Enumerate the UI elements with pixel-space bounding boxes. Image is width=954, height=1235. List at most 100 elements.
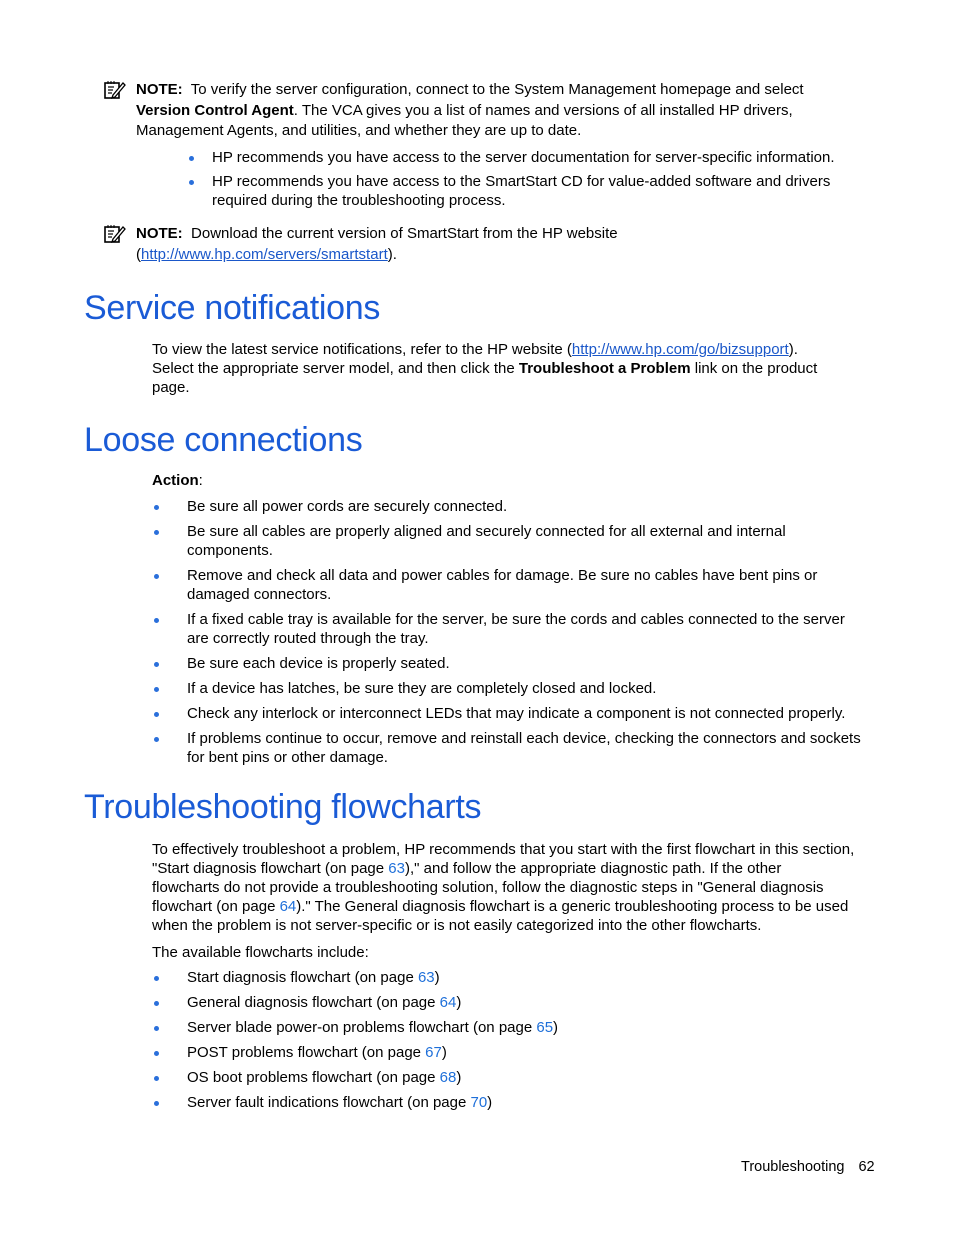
page-link[interactable]: 68 — [440, 1069, 457, 1086]
note-label: NOTE: — [136, 225, 183, 242]
list-item-text: If problems continue to occur, remove an… — [187, 730, 861, 747]
page-link[interactable]: 63 — [418, 969, 435, 986]
bold-term: Troubleshoot a Problem — [518, 360, 691, 377]
list-item-text: Be sure all cables are properly aligned … — [187, 523, 786, 540]
list-item-text: are correctly routed through the tray. — [187, 630, 429, 647]
list-item-text: damaged connectors. — [187, 586, 332, 603]
text: page. — [152, 379, 190, 396]
service-paragraph: To view the latest service notifications… — [152, 340, 817, 397]
paren: ) — [456, 1069, 462, 1086]
paren: ) — [487, 1094, 493, 1111]
page-number: 62 — [858, 1159, 875, 1175]
list-item-text: HP recommends you have access to the ser… — [212, 149, 835, 166]
heading-loose-connections: Loose connections — [84, 421, 363, 459]
text: flowcharts do not provide a troubleshoot… — [152, 879, 824, 896]
paren: ) — [553, 1019, 559, 1036]
page-link[interactable]: 67 — [425, 1044, 442, 1061]
list-item-text: HP recommends you have access to the Sma… — [212, 173, 831, 190]
heading-service-notifications: Service notifications — [84, 289, 381, 327]
bullet-icon — [154, 687, 159, 692]
text: flowchart (on page — [152, 898, 280, 915]
bullet-icon — [189, 180, 194, 185]
paren: ) — [456, 994, 462, 1011]
action-label: Action: — [152, 471, 203, 490]
page-link[interactable]: 65 — [536, 1019, 553, 1036]
bullet-icon — [154, 712, 159, 717]
list-item-text: If a device has latches, be sure they ar… — [187, 680, 657, 697]
page-link[interactable]: 63 — [388, 860, 405, 877]
flowchart-list-item: Start diagnosis flowchart (on page 63) — [187, 968, 440, 987]
bullet-icon — [189, 156, 194, 161]
list-item: If a device has latches, be sure they ar… — [187, 679, 656, 698]
list-item-text: Remove and check all data and power cabl… — [187, 567, 818, 584]
available-flowcharts-label: The available flowcharts include: — [152, 944, 369, 961]
bullet-icon — [154, 1101, 159, 1106]
bullet-icon — [154, 737, 159, 742]
flowchart-list-item: Server fault indications flowchart (on p… — [187, 1093, 492, 1112]
list-item-text: Check any interlock or interconnect LEDs… — [187, 705, 846, 722]
flowchart-list-item: POST problems flowchart (on page 67) — [187, 1043, 447, 1062]
bullet-icon — [154, 505, 159, 510]
text: )," and follow the appropriate diagnosti… — [404, 860, 782, 877]
flowchart-name: Start diagnosis flowchart (on page — [187, 969, 418, 986]
text: ). — [788, 341, 798, 358]
note-text: Management Agents, and utilities, and wh… — [136, 122, 582, 139]
flowcharts-intro-paragraph: To effectively troubleshoot a problem, H… — [152, 840, 854, 935]
bullet-icon — [154, 976, 159, 981]
bullet-icon — [154, 574, 159, 579]
list-item-text: If a fixed cable tray is available for t… — [187, 611, 845, 628]
paren: ). — [387, 246, 397, 263]
note-label: NOTE: — [136, 81, 183, 98]
list-item: HP recommends you have access to the Sma… — [212, 172, 830, 210]
list-item: If a fixed cable tray is available for t… — [187, 610, 845, 648]
note-text: To verify the server configuration, conn… — [190, 81, 804, 98]
list-item: Check any interlock or interconnect LEDs… — [187, 704, 845, 723]
flowchart-name: Server fault indications flowchart (on p… — [187, 1094, 471, 1111]
page-footer: Troubleshooting 62 — [741, 1159, 875, 1175]
list-item-text: required during the troubleshooting proc… — [212, 192, 506, 209]
list-item-text: Be sure all power cords are securely con… — [187, 498, 508, 515]
list-item: Be sure all cables are properly aligned … — [187, 522, 786, 560]
flowchart-name: OS boot problems flowchart (on page — [187, 1069, 440, 1086]
text: link on the product — [690, 360, 818, 377]
bullet-icon — [154, 1026, 159, 1031]
list-item: Remove and check all data and power cabl… — [187, 566, 817, 604]
page-link[interactable]: 64 — [280, 898, 297, 915]
paren: ) — [434, 969, 440, 986]
paren: ) — [441, 1044, 447, 1061]
bullet-icon — [154, 1076, 159, 1081]
flowchart-list-item: General diagnosis flowchart (on page 64) — [187, 993, 461, 1012]
heading-troubleshooting-flowcharts: Troubleshooting flowcharts — [84, 788, 482, 826]
bullet-icon — [154, 1051, 159, 1056]
list-item-text: for bent pins or other damage. — [187, 749, 388, 766]
colon: : — [198, 472, 203, 489]
text: Select the appropriate server model, and… — [152, 360, 519, 377]
note-bold-term: Version Control Agent — [136, 102, 294, 119]
text: )." The General diagnosis flowchart is a… — [296, 898, 849, 915]
bizsupport-link[interactable]: http://www.hp.com/go/bizsupport — [572, 341, 789, 358]
list-item: Be sure each device is properly seated. — [187, 654, 450, 673]
bullet-icon — [154, 1001, 159, 1006]
bullet-icon — [154, 530, 159, 535]
flowchart-list-item: Server blade power-on problems flowchart… — [187, 1018, 558, 1037]
note-text: . The VCA gives you a list of names and … — [293, 102, 793, 119]
page-link[interactable]: 70 — [470, 1094, 487, 1111]
flowchart-list-item: OS boot problems flowchart (on page 68) — [187, 1068, 461, 1087]
action-label-text: Action — [152, 472, 199, 489]
page-link[interactable]: 64 — [440, 994, 457, 1011]
smartstart-link[interactable]: http://www.hp.com/servers/smartstart — [141, 246, 388, 263]
text: To view the latest service notifications… — [152, 341, 572, 358]
flowchart-name: General diagnosis flowchart (on page — [187, 994, 440, 1011]
text: when the problem is not server-specific … — [152, 917, 762, 934]
bullet-icon — [154, 618, 159, 623]
list-item: If problems continue to occur, remove an… — [187, 729, 861, 767]
flowchart-name: POST problems flowchart (on page — [187, 1044, 426, 1061]
note-pencil-icon — [104, 225, 126, 244]
list-item: Be sure all power cords are securely con… — [187, 497, 507, 516]
note-text: Download the current version of SmartSta… — [191, 225, 618, 242]
text: "Start diagnosis flowchart (on page — [152, 860, 389, 877]
list-item: HP recommends you have access to the ser… — [212, 148, 835, 167]
text: To effectively troubleshoot a problem, H… — [152, 841, 855, 858]
bullet-icon — [154, 662, 159, 667]
list-item-text: components. — [187, 542, 273, 559]
